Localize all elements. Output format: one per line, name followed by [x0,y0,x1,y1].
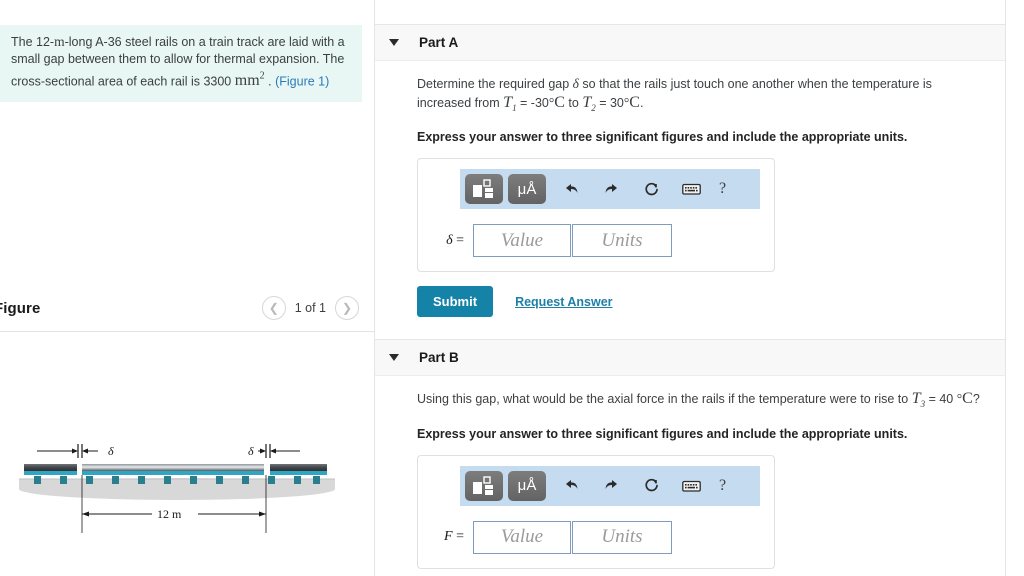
parts-pane: Part A Determine the required gap δ so t… [375,0,1006,576]
part-b-value-input[interactable]: Value [473,520,571,554]
part-a-header[interactable]: Part A [375,24,1005,61]
part-a-value-input[interactable]: Value [473,224,571,258]
part-b-body: Using this gap, what would be the axial … [375,376,1005,569]
problem-text-segment-1: The 12- [11,35,55,49]
math-template-icon[interactable] [465,470,503,501]
keyboard-icon[interactable] [677,175,705,203]
undo-arrow-icon[interactable] [557,175,585,203]
reset-circle-icon[interactable] [637,175,665,203]
part-a-submit-row: Submit Request Answer [417,286,983,318]
part-b-answer-box: μÅ ? F = Value Units [417,454,775,569]
part-b-toolbar: μÅ ? [460,465,760,506]
help-question-icon[interactable]: ? [719,180,726,198]
caret-down-icon[interactable] [389,39,399,46]
gap-label-right: δ [248,444,254,458]
unit-meter: m [54,34,65,49]
redo-arrow-icon[interactable] [597,472,625,500]
rail-gap-diagram: δ δ 12 m [19,444,335,533]
part-a-answer-row: δ = Value Units [418,224,774,258]
figure-1-link[interactable]: (Figure 1) [275,74,329,88]
math-template-glyph [473,179,493,199]
chevron-right-icon: ❯ [341,301,353,315]
part-a-units-input[interactable]: Units [572,224,672,258]
redo-arrow-icon[interactable] [597,175,625,203]
reset-circle-icon[interactable] [637,472,665,500]
span-label: 12 m [157,507,182,521]
math-template-glyph [473,476,493,495]
help-question-icon[interactable]: ? [719,477,726,495]
caret-down-icon[interactable] [389,354,399,362]
figure-next-button[interactable]: ❯ [335,296,359,320]
problem-statement-text: The 12-m-long A-36 steel rails on a trai… [11,33,348,90]
chevron-left-icon: ❮ [268,301,279,315]
micro-angstrom-units-icon[interactable]: μÅ [508,174,546,205]
figure-counter: 1 of 1 [294,301,326,315]
keyboard-icon[interactable] [677,472,705,500]
t2-symbol: T2 [582,93,596,113]
part-a-request-answer-link[interactable]: Request Answer [515,295,612,309]
part-a-body: Determine the required gap δ so that the… [375,61,1005,318]
figure-diagram-area: δ δ 12 m [0,335,375,575]
math-template-icon[interactable] [465,174,503,205]
problem-statement-box: The 12-m-long A-36 steel rails on a trai… [0,25,362,103]
part-a-variable-label: δ = [446,232,464,248]
problem-pane: The 12-m-long A-36 steel rails on a trai… [0,0,375,576]
page-root: The 12-m-long A-36 steel rails on a trai… [0,0,1024,576]
t3-symbol: T3 [911,390,926,410]
part-b-section: Part B Using this gap, what would be the… [375,339,1005,569]
part-a-submit-button[interactable]: Submit [417,286,494,318]
right-margin [1006,0,1024,576]
part-b-answer-row: F = Value Units [418,520,774,554]
figure-panel-title: Figure [0,300,41,317]
unit-millimeter-squared: mm2 [234,71,265,90]
figure-navigation: ❮ 1 of 1 ❯ [261,296,359,320]
micro-angstrom-units-icon[interactable]: μÅ [508,470,546,501]
problem-period: . [268,74,272,89]
part-b-header[interactable]: Part B [375,339,1005,377]
part-a-label: Part A [419,35,459,50]
part-a-section: Part A Determine the required gap δ so t… [375,24,1005,318]
undo-arrow-icon[interactable] [557,472,585,500]
part-a-instruction: Express your answer to three significant… [417,130,908,145]
part-b-instruction: Express your answer to three significant… [417,426,908,441]
part-b-units-input[interactable]: Units [572,520,672,554]
part-a-question: Determine the required gap δ so that the… [417,76,932,113]
t1-symbol: T1 [503,93,517,113]
part-a-answer-box: μÅ ? δ = Value Units [417,158,775,273]
part-b-label: Part B [419,350,459,366]
part-b-question: Using this gap, what would be the axial … [417,390,980,410]
figure-prev-button[interactable]: ❮ [261,296,286,320]
part-b-variable-label: F = [444,529,464,545]
gap-label-left: δ [108,444,114,458]
figure-panel-header: Figure ❮ 1 of 1 ❯ [0,292,375,332]
part-a-toolbar: μÅ ? [460,169,760,210]
